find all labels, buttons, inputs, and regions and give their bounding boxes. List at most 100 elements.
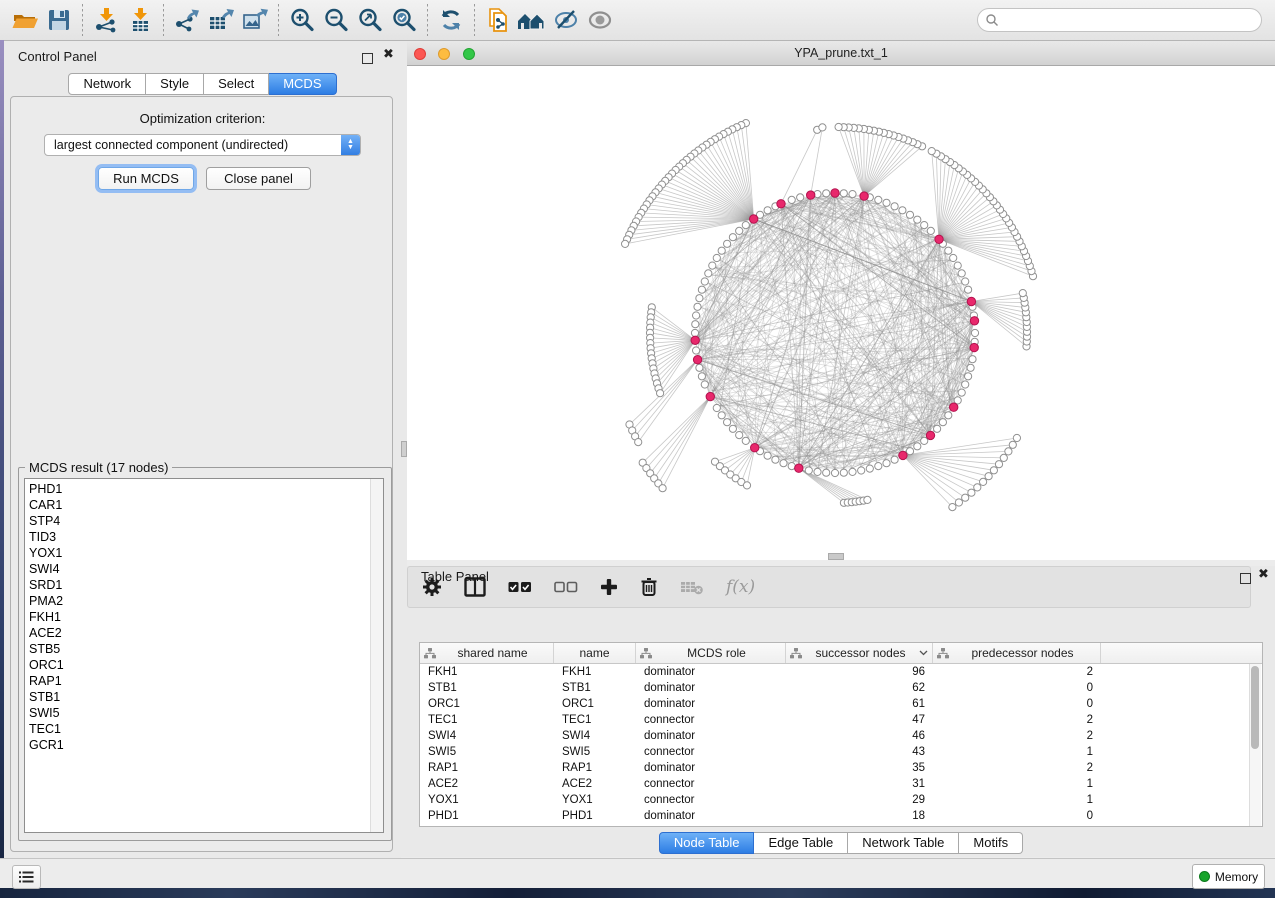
node-table-body: FKH1FKH1dominator962STB1STB1dominator620…	[420, 664, 1262, 824]
table-cell: 1	[933, 794, 1101, 806]
tab-edge-table[interactable]: Edge Table	[754, 832, 848, 854]
column-header-MCDS-role[interactable]: MCDS role	[636, 643, 786, 663]
column-header-predecessor-nodes[interactable]: predecessor nodes	[933, 643, 1101, 663]
result-list-item[interactable]: STB1	[29, 689, 383, 705]
result-list-item[interactable]: STP4	[29, 513, 383, 529]
save-button[interactable]	[42, 4, 76, 36]
zoom-in-button[interactable]	[285, 4, 319, 36]
table-cell: FKH1	[554, 666, 636, 678]
tab-network[interactable]: Network	[68, 73, 146, 95]
search-input[interactable]	[1003, 12, 1261, 28]
refresh-layout-button[interactable]	[434, 4, 468, 36]
column-header-name[interactable]: name	[554, 643, 636, 663]
zoom-fit-button[interactable]	[353, 4, 387, 36]
table-row[interactable]: STB1STB1dominator620	[420, 680, 1262, 696]
result-list-item[interactable]: SWI5	[29, 705, 383, 721]
table-toolbar: f(x)	[407, 566, 1251, 608]
export-network-button[interactable]	[170, 4, 204, 36]
table-row[interactable]: RAP1RAP1dominator352	[420, 760, 1262, 776]
export-image-button[interactable]	[238, 4, 272, 36]
import-table-button[interactable]	[123, 4, 157, 36]
result-list-item[interactable]: FKH1	[29, 609, 383, 625]
table-scrollbar-thumb[interactable]	[1251, 666, 1259, 749]
window-maximize-icon[interactable]	[463, 48, 475, 60]
table-scrollbar[interactable]	[1249, 664, 1261, 826]
node-table[interactable]: shared namename MCDS role successor nodesp…	[419, 642, 1263, 827]
table-row[interactable]: ACE2ACE2connector311	[420, 776, 1262, 792]
column-header-label: MCDS role	[652, 646, 781, 660]
run-mcds-button[interactable]: Run MCDS	[98, 167, 194, 190]
window-close-icon[interactable]	[414, 48, 426, 60]
result-list-item[interactable]: ORC1	[29, 657, 383, 673]
task-history-button[interactable]	[12, 865, 41, 889]
network-canvas[interactable]	[407, 66, 1275, 560]
tab-select[interactable]: Select	[204, 73, 269, 95]
tab-motifs[interactable]: Motifs	[959, 832, 1023, 854]
table-row[interactable]: FKH1FKH1dominator962	[420, 664, 1262, 680]
deselect-all-icon[interactable]	[554, 580, 578, 594]
close-panel-button[interactable]: Close panel	[206, 167, 311, 190]
zoom-selected-button[interactable]	[387, 4, 421, 36]
close-panel-icon[interactable]: ✖	[383, 49, 394, 59]
tab-style[interactable]: Style	[146, 73, 204, 95]
delete-table-icon	[680, 579, 704, 595]
mcds-result-list[interactable]: PHD1CAR1STP4TID3YOX1SWI4SRD1PMA2FKH1ACE2…	[24, 478, 384, 833]
criterion-dropdown[interactable]: largest connected component (undirected)…	[44, 134, 361, 156]
show-graphics-details-button[interactable]	[583, 4, 617, 36]
open-folder-button[interactable]	[8, 4, 42, 36]
network-overview-button[interactable]	[515, 4, 549, 36]
result-list-item[interactable]: PMA2	[29, 593, 383, 609]
float-table-panel-icon[interactable]	[1240, 571, 1251, 589]
select-all-icon[interactable]	[508, 580, 532, 594]
table-row[interactable]: PHD1PHD1dominator180	[420, 808, 1262, 824]
table-row[interactable]: ORC1ORC1dominator610	[420, 696, 1262, 712]
table-cell: 47	[786, 714, 933, 726]
result-list-item[interactable]: GCR1	[29, 737, 383, 753]
table-cell: ORC1	[420, 698, 554, 710]
table-cell: ACE2	[554, 778, 636, 790]
column-header-successor-nodes[interactable]: successor nodes	[786, 643, 933, 663]
memory-button[interactable]: Memory	[1192, 864, 1265, 889]
toolbar-search[interactable]	[977, 8, 1262, 32]
add-column-icon[interactable]	[600, 578, 618, 596]
window-minimize-icon[interactable]	[438, 48, 450, 60]
table-row[interactable]: TEC1TEC1connector472	[420, 712, 1262, 728]
result-list-item[interactable]: ACE2	[29, 625, 383, 641]
hide-graphics-details-button[interactable]	[549, 4, 583, 36]
tab-network-table[interactable]: Network Table	[848, 832, 959, 854]
result-list-item[interactable]: TEC1	[29, 721, 383, 737]
tab-mcds[interactable]: MCDS	[269, 73, 336, 95]
close-table-panel-icon[interactable]: ✖	[1258, 569, 1269, 579]
result-list-item[interactable]: SWI4	[29, 561, 383, 577]
table-cell: dominator	[636, 762, 786, 774]
table-row[interactable]: YOX1YOX1connector291	[420, 792, 1262, 808]
result-list-scrollbar[interactable]	[370, 479, 383, 832]
result-list-item[interactable]: RAP1	[29, 673, 383, 689]
control-panel: Control Panel ✖ NetworkStyleSelectMCDS O…	[4, 41, 401, 860]
result-list-item[interactable]: TID3	[29, 529, 383, 545]
import-network-icon	[92, 7, 120, 33]
result-list-item[interactable]: CAR1	[29, 497, 383, 513]
clone-network-button[interactable]	[481, 4, 515, 36]
network-window-title: YPA_prune.txt_1	[407, 41, 1275, 65]
export-table-button[interactable]	[204, 4, 238, 36]
horizontal-splitter-handle[interactable]	[828, 553, 844, 560]
delete-column-icon[interactable]	[640, 577, 658, 597]
network-window-titlebar[interactable]: YPA_prune.txt_1	[407, 41, 1275, 66]
float-window-icon[interactable]	[362, 51, 373, 69]
table-row[interactable]: SWI4SWI4dominator462	[420, 728, 1262, 744]
table-cell: 2	[933, 730, 1101, 742]
control-panel-tabs: NetworkStyleSelectMCDS	[4, 73, 401, 95]
result-list-item[interactable]: YOX1	[29, 545, 383, 561]
zoom-out-button[interactable]	[319, 4, 353, 36]
column-header-shared-name[interactable]: shared name	[420, 643, 554, 663]
export-network-icon	[173, 7, 201, 33]
tab-node-table[interactable]: Node Table	[659, 832, 755, 854]
import-network-button[interactable]	[89, 4, 123, 36]
result-list-item[interactable]: SRD1	[29, 577, 383, 593]
result-list-item[interactable]: PHD1	[29, 481, 383, 497]
table-cell: SWI4	[554, 730, 636, 742]
result-list-item[interactable]: STB5	[29, 641, 383, 657]
table-cell: 0	[933, 698, 1101, 710]
table-row[interactable]: SWI5SWI5connector431	[420, 744, 1262, 760]
